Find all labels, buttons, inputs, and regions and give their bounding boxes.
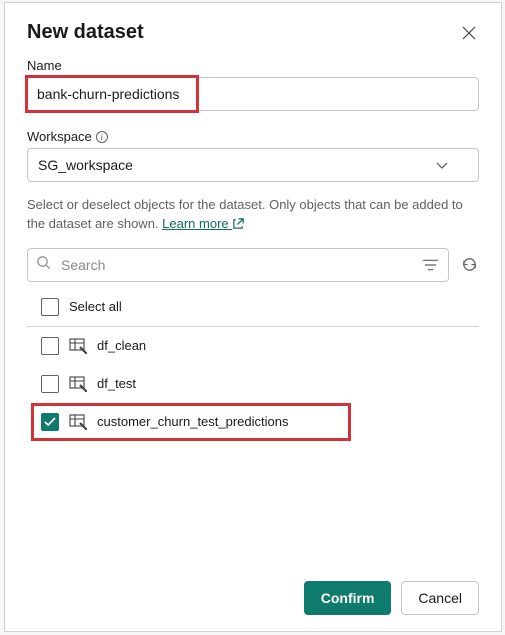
dialog-header: New dataset: [27, 21, 479, 44]
external-link-icon: [232, 216, 245, 231]
list-item[interactable]: customer_churn_test_predictions: [27, 403, 479, 441]
checkmark-icon: [44, 417, 56, 427]
search-box[interactable]: [27, 248, 449, 282]
new-dataset-dialog: New dataset Name Workspace i SG_workspac…: [4, 2, 502, 632]
name-field-wrap: [27, 77, 479, 111]
table-icon: [69, 414, 87, 430]
name-input[interactable]: [27, 77, 479, 111]
close-icon: [462, 26, 476, 40]
filter-icon[interactable]: [420, 255, 440, 275]
workspace-value: SG_workspace: [38, 157, 133, 173]
chevron-down-icon: [436, 157, 448, 173]
list-item[interactable]: df_test: [27, 365, 479, 403]
item-label: df_test: [97, 376, 136, 391]
item-checkbox[interactable]: [41, 337, 59, 355]
workspace-field-wrap: SG_workspace: [27, 148, 479, 182]
search-icon: [36, 255, 51, 275]
workspace-label: Workspace i: [27, 129, 479, 144]
helper-text: Select or deselect objects for the datas…: [27, 196, 479, 234]
search-input[interactable]: [59, 256, 412, 274]
select-all-checkbox[interactable]: [41, 298, 59, 316]
item-label: df_clean: [97, 338, 146, 353]
learn-more-link[interactable]: Learn more: [162, 216, 232, 231]
table-icon: [69, 338, 87, 354]
close-button[interactable]: [459, 23, 479, 43]
list-item[interactable]: df_clean: [27, 327, 479, 365]
confirm-button[interactable]: Confirm: [304, 581, 392, 615]
search-row: [27, 248, 479, 282]
item-label: customer_churn_test_predictions: [97, 414, 289, 429]
dialog-title: New dataset: [27, 21, 144, 44]
item-checkbox[interactable]: [41, 413, 59, 431]
info-icon[interactable]: i: [96, 131, 108, 143]
object-list: Select all df_clean df_test customer_chu…: [27, 290, 479, 565]
workspace-label-text: Workspace: [27, 129, 92, 144]
name-label: Name: [27, 58, 479, 73]
cancel-button[interactable]: Cancel: [401, 581, 479, 615]
refresh-button[interactable]: [459, 255, 479, 275]
select-all-row[interactable]: Select all: [27, 290, 479, 327]
dialog-footer: Confirm Cancel: [27, 565, 479, 631]
workspace-select[interactable]: SG_workspace: [27, 148, 479, 182]
table-icon: [69, 376, 87, 392]
select-all-label: Select all: [69, 299, 122, 314]
item-checkbox[interactable]: [41, 375, 59, 393]
refresh-icon: [461, 256, 478, 273]
